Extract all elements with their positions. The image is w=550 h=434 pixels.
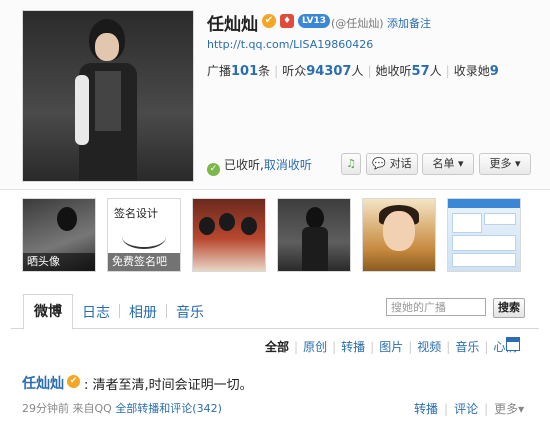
signature-art-text: 签名设计 [114,207,158,220]
search-input[interactable]: 搜她的广播 [386,298,486,316]
profile-handle: (@任灿灿) [331,17,384,30]
verified-icon[interactable]: ✔ [262,14,276,28]
more-button[interactable]: 更多 ▾ [479,153,531,175]
post-actions: 转播 | 评论 | 更多▾ [414,402,525,416]
filter-original[interactable]: 原创 [303,340,327,354]
profile-url[interactable]: http://t.qq.com/LISA19860426 [207,38,373,51]
photo-thumb[interactable]: 签名设计 免费签名吧 [107,198,181,272]
follow-status: ✓ 已收听,取消收听 [207,156,312,176]
feed-filters: 全部|原创|转播|图片|视频|音乐|心情 [263,338,519,355]
post-time: 29分钟前 来自QQ [22,402,112,415]
avatar-arm [75,75,89,145]
stat-broadcast[interactable]: 广播101条 [207,64,270,79]
stat-listeners[interactable]: 听众94307人 [282,64,363,79]
filter-repost[interactable]: 转播 [341,340,365,354]
post-meta: 29分钟前 来自QQ 全部转播和评论(342) [22,400,222,416]
dm-button[interactable]: 💬 对话 [366,153,418,175]
unfollow-link[interactable]: 取消收听 [264,158,312,172]
post-author[interactable]: 任灿灿 [22,373,64,393]
followed-check-icon: ✓ [207,163,220,176]
post-repost-button[interactable]: 转播 [414,402,438,416]
post-verified-icon: ✔ [67,375,80,388]
stat-collected[interactable]: 收录她9 [454,64,499,79]
photo-thumb[interactable] [447,198,521,272]
filter-video[interactable]: 视频 [417,340,441,354]
profile-avatar[interactable] [22,10,194,182]
profile-name: 任灿灿 [207,15,258,35]
avatar-face [95,33,119,61]
add-note-link[interactable]: 添加备注 [387,15,431,31]
avatar-shirt [95,71,121,131]
tab-weibo[interactable]: 微博 [23,294,73,330]
post-comment-button[interactable]: 评论 [454,402,478,416]
level-badge[interactable]: LV13 [298,14,330,28]
post-text: : 清者至清,时间会证明一切。 [84,378,253,393]
photo-thumb[interactable] [362,198,436,272]
tab-album[interactable]: 相册 [129,302,157,322]
photo-thumb[interactable] [277,198,351,272]
profile-stats: 广播101条 | 听众94307人 | 她收听57人 | 收录她9 [207,64,499,79]
stat-following[interactable]: 她收听57人 [376,64,442,79]
photo-thumb[interactable] [192,198,266,272]
tab-blog[interactable]: 日志 [82,302,110,322]
filter-image[interactable]: 图片 [379,340,403,354]
photo-caption: 晒头像 [23,253,95,271]
post-more-button[interactable]: 更多▾ [494,402,524,416]
list-button[interactable]: 名单 ▾ [422,153,474,175]
listen-icon-button[interactable]: ♫ [341,153,361,175]
vip-icon[interactable]: ♦ [280,14,294,28]
calendar-icon[interactable] [506,337,520,351]
filter-music[interactable]: 音乐 [455,340,479,354]
photo-thumb[interactable]: 晒头像 [22,198,96,272]
post-repost-comments-link[interactable]: 全部转播和评论(342) [115,402,222,415]
signature-scribble [122,225,166,249]
tab-music[interactable]: 音乐 [176,302,204,322]
photo-caption: 免费签名吧 [108,253,180,271]
search-button[interactable]: 搜索 [493,298,525,318]
filter-all[interactable]: 全部 [265,340,289,354]
header-divider [0,189,550,190]
